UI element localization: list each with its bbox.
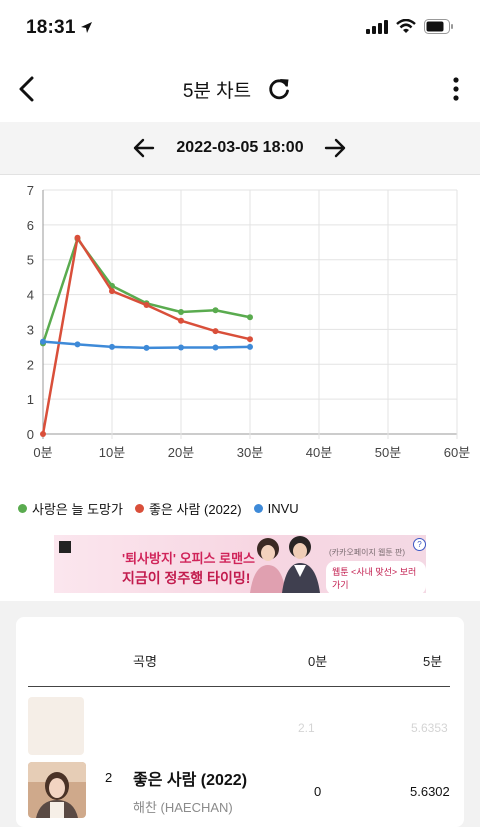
data-point: [109, 343, 115, 350]
current-date: 2022-03-05 18:00: [176, 139, 304, 156]
more-vertical-icon[interactable]: [450, 76, 462, 102]
legend-dot-icon: [18, 504, 27, 513]
legend-item[interactable]: 좋은 사람 (2022): [134, 499, 242, 518]
row-artist: 해찬 (HAECHAN): [133, 800, 233, 815]
row-song-title: 좋은 사람 (2022): [133, 772, 248, 789]
data-point: [212, 307, 219, 314]
data-point: [40, 431, 46, 437]
data-point: [143, 344, 150, 351]
data-point: [178, 317, 184, 324]
table-row[interactable]: 2 좋은 사람 (2022) 해찬 (HAECHAN) 0 5.6302: [16, 760, 464, 820]
publisher-logo-icon: [59, 541, 71, 553]
row-value-5min: 5.6353: [411, 721, 448, 735]
webtoon-characters-image: [250, 536, 320, 593]
data-point: [143, 302, 150, 309]
y-tick-label: 2: [27, 357, 34, 372]
y-tick-label: 6: [27, 218, 34, 233]
y-tick-label: 7: [27, 183, 34, 198]
y-tick-label: 4: [27, 288, 34, 303]
wifi-icon: [396, 19, 416, 33]
arrow-left-icon[interactable]: [131, 135, 157, 161]
cellular-signal-icon: [366, 19, 388, 34]
y-tick-label: 5: [27, 253, 34, 268]
chart-card: 0 1 2 3 4 5 6 7 0분 10분 20분 30분 40분 50분 60분 사랑은 늘 도망가 좋은…: [0, 175, 480, 527]
data-point: [247, 343, 253, 350]
line-chart: 0 1 2 3 4 5 6 7 0분 10분 20분 30분 40분 50분 60분: [27, 183, 470, 460]
legend-item[interactable]: 사랑은 늘 도망가: [18, 499, 123, 518]
x-tick-label: 60분: [444, 445, 470, 460]
data-point: [247, 336, 253, 343]
status-time: 18:31: [26, 17, 76, 38]
chart-legend: 사랑은 늘 도망가 좋은 사람 (2022) INVU: [18, 499, 299, 518]
table-row-faded: 2.1 5.6353: [16, 697, 464, 755]
legend-label: 좋은 사람 (2022): [148, 502, 242, 517]
x-tick-label: 10분: [99, 445, 125, 460]
data-point: [212, 344, 219, 351]
status-icons: [366, 19, 454, 34]
row-value-0min: 2.1: [298, 721, 315, 735]
ad-container: '퇴사방지' 오피스 로맨스 지금이 정주행 타이밍! (카카오페이지 웹툰 판…: [0, 527, 480, 601]
ad-banner[interactable]: '퇴사방지' 오피스 로맨스 지금이 정주행 타이밍! (카카오페이지 웹툰 판…: [54, 535, 426, 593]
row-value-0min: 0: [314, 784, 322, 799]
legend-label: INVU: [267, 501, 299, 516]
status-bar: 18:31: [0, 0, 480, 58]
column-header-0min[interactable]: 0분: [308, 651, 327, 670]
page-title: 5분 차트: [182, 81, 252, 102]
app-header: 5분 차트: [0, 58, 480, 122]
x-tick-label: 0분: [33, 445, 52, 460]
column-header-song: 곡명: [133, 654, 157, 669]
data-point: [247, 314, 253, 321]
data-point: [109, 288, 115, 295]
x-tick-label: 40분: [306, 445, 332, 460]
legend-label: 사랑은 늘 도망가: [32, 502, 123, 517]
ad-tag: (카카오페이지 웹툰 판): [329, 548, 406, 557]
x-tick-label: 30분: [237, 445, 263, 460]
data-point: [178, 344, 184, 351]
chart-table: 곡명 0분 5분 2.1 5.6353 2 좋은 사람 (2022) 해찬 (H…: [16, 617, 464, 827]
album-thumbnail: [28, 762, 86, 818]
data-point: [74, 234, 81, 241]
series-line: [41, 236, 251, 435]
header-divider: [28, 686, 450, 687]
ad-cta-button[interactable]: 웹툰 <사내 맞선> 보러가기: [326, 561, 426, 593]
x-tick-label: 50분: [375, 445, 401, 460]
date-navigator: 2022-03-05 18:00: [0, 122, 480, 175]
row-value-5min: 5.6302: [410, 784, 450, 799]
y-tick-label: 0: [27, 427, 34, 442]
battery-icon: [424, 19, 453, 34]
x-tick-label: 20분: [168, 445, 194, 460]
album-thumbnail: [28, 697, 84, 755]
data-point: [212, 328, 219, 335]
ad-info-icon[interactable]: ?: [413, 538, 426, 551]
legend-item[interactable]: INVU: [253, 501, 299, 516]
legend-dot-icon: [253, 504, 263, 513]
legend-dot-icon: [134, 504, 144, 513]
y-tick-label: 1: [27, 392, 34, 407]
data-point: [74, 341, 81, 348]
arrow-right-icon[interactable]: [322, 135, 348, 161]
column-header-5min[interactable]: 5분: [423, 651, 442, 670]
y-tick-label: 3: [27, 322, 34, 337]
data-point: [40, 338, 46, 345]
location-arrow-icon: [81, 22, 92, 33]
refresh-icon[interactable]: [265, 75, 293, 103]
row-rank: 2: [105, 770, 113, 785]
data-point: [178, 309, 184, 315]
